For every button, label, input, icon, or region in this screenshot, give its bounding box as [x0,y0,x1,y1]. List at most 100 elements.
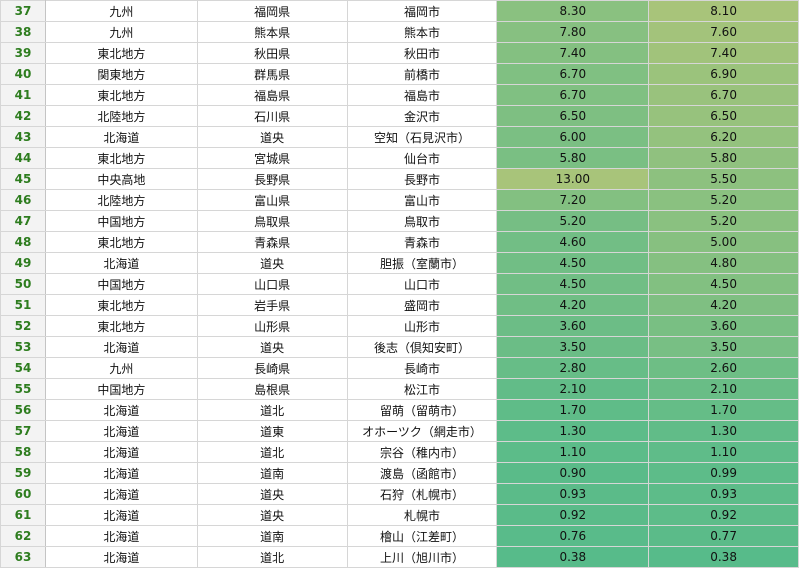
cell-value-2[interactable]: 4.20 [648,294,799,316]
cell-prefecture[interactable]: 島根県 [196,378,348,400]
cell-region[interactable]: 北海道 [44,441,198,463]
cell-value-1[interactable]: 7.40 [496,42,650,64]
cell-city[interactable]: 山形市 [346,315,498,337]
cell-prefecture[interactable]: 道北 [196,399,348,421]
cell-prefecture[interactable]: 石川県 [196,105,348,127]
cell-prefecture[interactable]: 道北 [196,546,348,568]
cell-value-1[interactable]: 0.38 [496,546,650,568]
row-header[interactable]: 59 [0,462,46,484]
cell-city[interactable]: 石狩（札幌市） [346,483,498,505]
cell-value-2[interactable]: 7.40 [648,42,799,64]
cell-prefecture[interactable]: 道南 [196,525,348,547]
cell-city[interactable]: 仙台市 [346,147,498,169]
cell-value-1[interactable]: 3.50 [496,336,650,358]
cell-value-2[interactable]: 6.20 [648,126,799,148]
cell-value-2[interactable]: 0.92 [648,504,799,526]
row-header[interactable]: 41 [0,84,46,106]
cell-city[interactable]: 宗谷（稚内市） [346,441,498,463]
cell-value-2[interactable]: 7.60 [648,21,799,43]
cell-value-1[interactable]: 2.80 [496,357,650,379]
cell-prefecture[interactable]: 道央 [196,252,348,274]
cell-value-2[interactable]: 4.50 [648,273,799,295]
cell-value-1[interactable]: 1.10 [496,441,650,463]
cell-region[interactable]: 東北地方 [44,315,198,337]
cell-value-2[interactable]: 6.50 [648,105,799,127]
cell-value-2[interactable]: 5.80 [648,147,799,169]
cell-value-1[interactable]: 6.00 [496,126,650,148]
cell-value-1[interactable]: 6.70 [496,63,650,85]
row-header[interactable]: 42 [0,105,46,127]
cell-value-2[interactable]: 1.10 [648,441,799,463]
cell-region[interactable]: 東北地方 [44,84,198,106]
cell-prefecture[interactable]: 道央 [196,483,348,505]
cell-region[interactable]: 中国地方 [44,378,198,400]
cell-value-2[interactable]: 5.50 [648,168,799,190]
cell-value-2[interactable]: 6.90 [648,63,799,85]
cell-value-1[interactable]: 7.20 [496,189,650,211]
cell-prefecture[interactable]: 道南 [196,462,348,484]
cell-city[interactable]: 熊本市 [346,21,498,43]
cell-city[interactable]: 留萌（留萌市） [346,399,498,421]
cell-value-2[interactable]: 0.93 [648,483,799,505]
cell-city[interactable]: 長崎市 [346,357,498,379]
cell-prefecture[interactable]: 秋田県 [196,42,348,64]
row-header[interactable]: 55 [0,378,46,400]
cell-prefecture[interactable]: 青森県 [196,231,348,253]
cell-prefecture[interactable]: 道央 [196,336,348,358]
cell-value-2[interactable]: 0.99 [648,462,799,484]
cell-city[interactable]: 渡島（函館市） [346,462,498,484]
row-header[interactable]: 57 [0,420,46,442]
cell-region[interactable]: 北海道 [44,126,198,148]
cell-value-1[interactable]: 6.50 [496,105,650,127]
row-header[interactable]: 60 [0,483,46,505]
cell-region[interactable]: 北海道 [44,504,198,526]
row-header[interactable]: 47 [0,210,46,232]
cell-value-1[interactable]: 5.80 [496,147,650,169]
cell-region[interactable]: 北海道 [44,336,198,358]
cell-region[interactable]: 関東地方 [44,63,198,85]
row-header[interactable]: 43 [0,126,46,148]
row-header[interactable]: 56 [0,399,46,421]
cell-value-2[interactable]: 1.30 [648,420,799,442]
cell-region[interactable]: 北海道 [44,462,198,484]
cell-value-2[interactable]: 2.60 [648,357,799,379]
cell-city[interactable]: 松江市 [346,378,498,400]
cell-value-1[interactable]: 6.70 [496,84,650,106]
cell-region[interactable]: 中国地方 [44,210,198,232]
cell-value-2[interactable]: 5.00 [648,231,799,253]
cell-region[interactable]: 北陸地方 [44,189,198,211]
cell-region[interactable]: 東北地方 [44,231,198,253]
cell-city[interactable]: 秋田市 [346,42,498,64]
cell-prefecture[interactable]: 山形県 [196,315,348,337]
row-header[interactable]: 37 [0,0,46,22]
cell-value-2[interactable]: 0.77 [648,525,799,547]
cell-city[interactable]: 鳥取市 [346,210,498,232]
cell-city[interactable]: 金沢市 [346,105,498,127]
row-header[interactable]: 50 [0,273,46,295]
cell-value-1[interactable]: 3.60 [496,315,650,337]
cell-value-1[interactable]: 0.76 [496,525,650,547]
cell-city[interactable]: 檜山（江差町） [346,525,498,547]
row-header[interactable]: 62 [0,525,46,547]
row-header[interactable]: 40 [0,63,46,85]
row-header[interactable]: 38 [0,21,46,43]
cell-prefecture[interactable]: 福島県 [196,84,348,106]
row-header[interactable]: 54 [0,357,46,379]
cell-value-1[interactable]: 4.20 [496,294,650,316]
cell-prefecture[interactable]: 長崎県 [196,357,348,379]
cell-prefecture[interactable]: 道北 [196,441,348,463]
cell-city[interactable]: 空知（石見沢市） [346,126,498,148]
cell-value-1[interactable]: 4.50 [496,252,650,274]
cell-value-1[interactable]: 13.00 [496,168,650,190]
cell-prefecture[interactable]: 富山県 [196,189,348,211]
row-header[interactable]: 63 [0,546,46,568]
cell-city[interactable]: 福岡市 [346,0,498,22]
row-header[interactable]: 53 [0,336,46,358]
row-header[interactable]: 44 [0,147,46,169]
cell-value-1[interactable]: 4.50 [496,273,650,295]
cell-city[interactable]: 盛岡市 [346,294,498,316]
cell-value-1[interactable]: 5.20 [496,210,650,232]
cell-region[interactable]: 北海道 [44,252,198,274]
cell-region[interactable]: 北海道 [44,546,198,568]
cell-prefecture[interactable]: 道東 [196,420,348,442]
